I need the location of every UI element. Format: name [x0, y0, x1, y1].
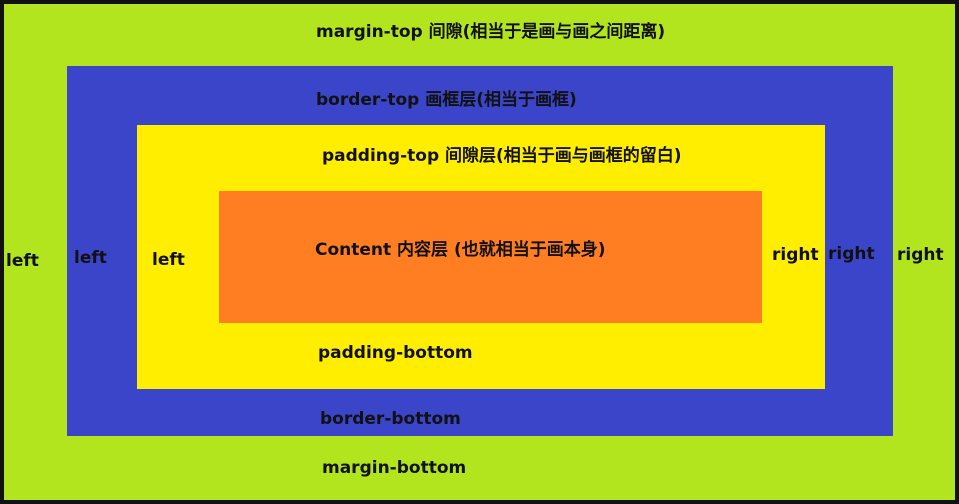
padding-bottom-label: padding-bottom	[318, 343, 473, 363]
margin-right-label: right	[897, 245, 944, 265]
padding-right-label: right	[772, 245, 819, 265]
margin-bottom-label: margin-bottom	[322, 458, 467, 478]
margin-top-label: margin-top 间隙(相当于是画与画之间距离)	[316, 22, 666, 42]
border-bottom-label: border-bottom	[320, 409, 461, 429]
border-left-label: left	[74, 248, 107, 268]
border-top-label: border-top 画框层(相当于画框)	[316, 90, 577, 110]
padding-top-label: padding-top 间隙层(相当于画与画框的留白)	[322, 146, 682, 166]
padding-left-label: left	[152, 250, 185, 270]
border-right-label: right	[828, 244, 875, 264]
margin-left-label: left	[6, 251, 39, 271]
content-label: Content 内容层 (也就相当于画本身)	[315, 240, 606, 260]
